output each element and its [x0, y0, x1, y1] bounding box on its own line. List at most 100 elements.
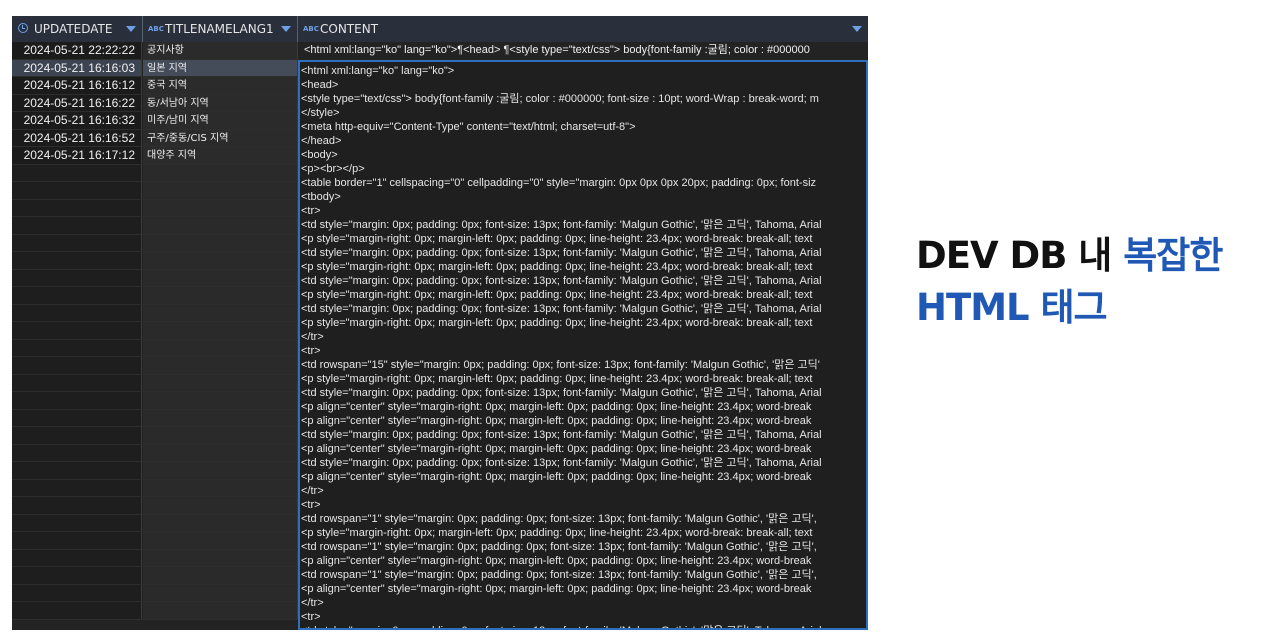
caption-text: DEV DB 내 [916, 234, 1124, 277]
cell-title[interactable]: 구주/중동/CIS 지역 [143, 129, 298, 146]
chevron-down-icon[interactable] [852, 26, 862, 32]
empty-cell [12, 427, 142, 444]
code-line: <tr> [301, 345, 321, 357]
empty-row [12, 252, 298, 270]
editor-text[interactable]: <html xml:lang="ko" lang="ko"> <head> <sty… [300, 62, 866, 628]
cell-updatedate[interactable]: 2024-05-21 16:16:03 [12, 59, 142, 76]
code-line: <p align="center" style="margin-right: 0… [301, 471, 812, 483]
empty-cell [12, 497, 142, 514]
empty-row [12, 532, 298, 550]
empty-rows [12, 164, 298, 620]
table-row[interactable]: 2024-05-21 16:16:03 일본 지역 [12, 59, 298, 77]
code-line: <p style="margin-right: 0px; margin-left… [301, 261, 813, 273]
code-line: <html xml:lang="ko" lang="ko"> [301, 65, 455, 77]
empty-cell [143, 217, 298, 234]
cell-updatedate[interactable]: 2024-05-21 16:16:22 [12, 94, 142, 111]
table-row[interactable]: 2024-05-21 16:16:52 구주/중동/CIS 지역 [12, 129, 298, 147]
code-line: <td rowspan="1" style="margin: 0px; padd… [301, 541, 817, 553]
empty-cell [12, 514, 142, 531]
chevron-down-icon[interactable] [281, 26, 291, 32]
empty-row [12, 357, 298, 375]
table-row[interactable]: 2024-05-21 16:17:12 대양주 지역 [12, 147, 298, 165]
empty-cell [12, 444, 142, 461]
empty-cell [143, 409, 298, 426]
cell-updatedate[interactable]: 2024-05-21 16:17:12 [12, 147, 142, 164]
empty-row [12, 392, 298, 410]
empty-row [12, 549, 298, 567]
code-line: <tbody> [301, 191, 341, 203]
code-line: <p align="center" style="margin-right: 0… [301, 555, 812, 567]
cell-title[interactable]: 중국 지역 [143, 77, 298, 94]
content-cell-editor[interactable]: <html xml:lang="ko" lang="ko"> <head> <sty… [298, 60, 868, 630]
empty-cell [143, 164, 298, 181]
code-line: <p style="margin-right: 0px; margin-left… [301, 317, 813, 329]
empty-row [12, 287, 298, 305]
empty-cell [12, 234, 142, 251]
empty-row [12, 269, 298, 287]
empty-cell [143, 462, 298, 479]
empty-row [12, 479, 298, 497]
caption-line-1: DEV DB 내 복잡한 [916, 230, 1223, 282]
cell-updatedate[interactable]: 2024-05-21 16:16:52 [12, 129, 142, 146]
column-header-content[interactable]: ABC CONTENT [298, 16, 868, 42]
cell-title[interactable]: 공지사항 [143, 42, 298, 59]
empty-cell [12, 287, 142, 304]
code-line: <p align="center" style="margin-right: 0… [301, 443, 812, 455]
code-line: <table border="1" cellspacing="0" cellpa… [301, 177, 817, 189]
column-header-titlenamelang1[interactable]: ABC TITLENAMELANG1 [143, 16, 298, 42]
cell-updatedate[interactable]: 2024-05-21 16:16:32 [12, 112, 142, 129]
empty-cell [12, 252, 142, 269]
empty-cell [143, 584, 298, 601]
cell-title[interactable]: 동/서남아 지역 [143, 94, 298, 111]
cell-title[interactable]: 미주/남미 지역 [143, 112, 298, 129]
empty-row [12, 234, 298, 252]
empty-cell [12, 322, 142, 339]
cell-title[interactable]: 대양주 지역 [143, 147, 298, 164]
cell-title[interactable]: 일본 지역 [143, 59, 298, 76]
empty-cell [12, 357, 142, 374]
empty-row [12, 339, 298, 357]
code-line: <td style="margin: 0px; padding: 0px; fo… [301, 247, 822, 259]
empty-row [12, 217, 298, 235]
code-line: <td rowspan="1" style="margin: 0px; padd… [301, 513, 817, 525]
code-line: </tr> [301, 597, 324, 609]
empty-row [12, 182, 298, 200]
caption-highlight: 복잡한 [1123, 234, 1223, 277]
column-header-updatedate[interactable]: UPDATEDATE [12, 16, 143, 42]
table-row[interactable]: 2024-05-21 16:16:22 동/서남아 지역 [12, 94, 298, 112]
code-line: <tr> [301, 499, 321, 511]
chevron-down-icon[interactable] [126, 26, 136, 32]
empty-row [12, 514, 298, 532]
code-line: <td style="margin: 0px; padding: 0px; fo… [301, 429, 822, 441]
empty-cell [143, 182, 298, 199]
empty-cell [143, 514, 298, 531]
code-line: <p style="margin-right: 0px; margin-left… [301, 233, 813, 245]
table-row[interactable]: 2024-05-21 16:16:32 미주/남미 지역 [12, 112, 298, 130]
empty-cell [143, 199, 298, 216]
empty-cell [143, 567, 298, 584]
code-line: <style type="text/css"> body{font-family… [301, 93, 819, 105]
abc-type-icon: ABC [303, 25, 319, 33]
result-grid: UPDATEDATE ABC TITLENAMELANG1 ABC CONTEN… [12, 16, 868, 630]
code-line: <tr> [301, 205, 321, 217]
cell-content[interactable]: <html xml:lang="ko" lang="ko">¶<head> ¶<… [298, 42, 868, 59]
code-line: </tr> [301, 331, 324, 343]
empty-row [12, 409, 298, 427]
cell-updatedate[interactable]: 2024-05-21 16:16:12 [12, 77, 142, 94]
code-line: <head> [301, 79, 339, 91]
empty-row [12, 304, 298, 322]
empty-row [12, 427, 298, 445]
empty-cell [12, 479, 142, 496]
table-row[interactable]: 2024-05-21 22:22:22 공지사항 [12, 42, 298, 60]
cell-updatedate[interactable]: 2024-05-21 22:22:22 [12, 42, 142, 59]
code-line: <meta http-equiv="Content-Type" content=… [301, 121, 636, 133]
code-line: <p align="center" style="margin-right: 0… [301, 583, 812, 595]
empty-cell [12, 164, 142, 181]
clock-icon [18, 23, 28, 33]
code-line: <tr> [301, 611, 321, 623]
code-line: <p align="center" style="margin-right: 0… [301, 401, 812, 413]
empty-cell [143, 479, 298, 496]
empty-cell [12, 462, 142, 479]
empty-cell [143, 252, 298, 269]
table-row[interactable]: 2024-05-21 16:16:12 중국 지역 [12, 77, 298, 95]
